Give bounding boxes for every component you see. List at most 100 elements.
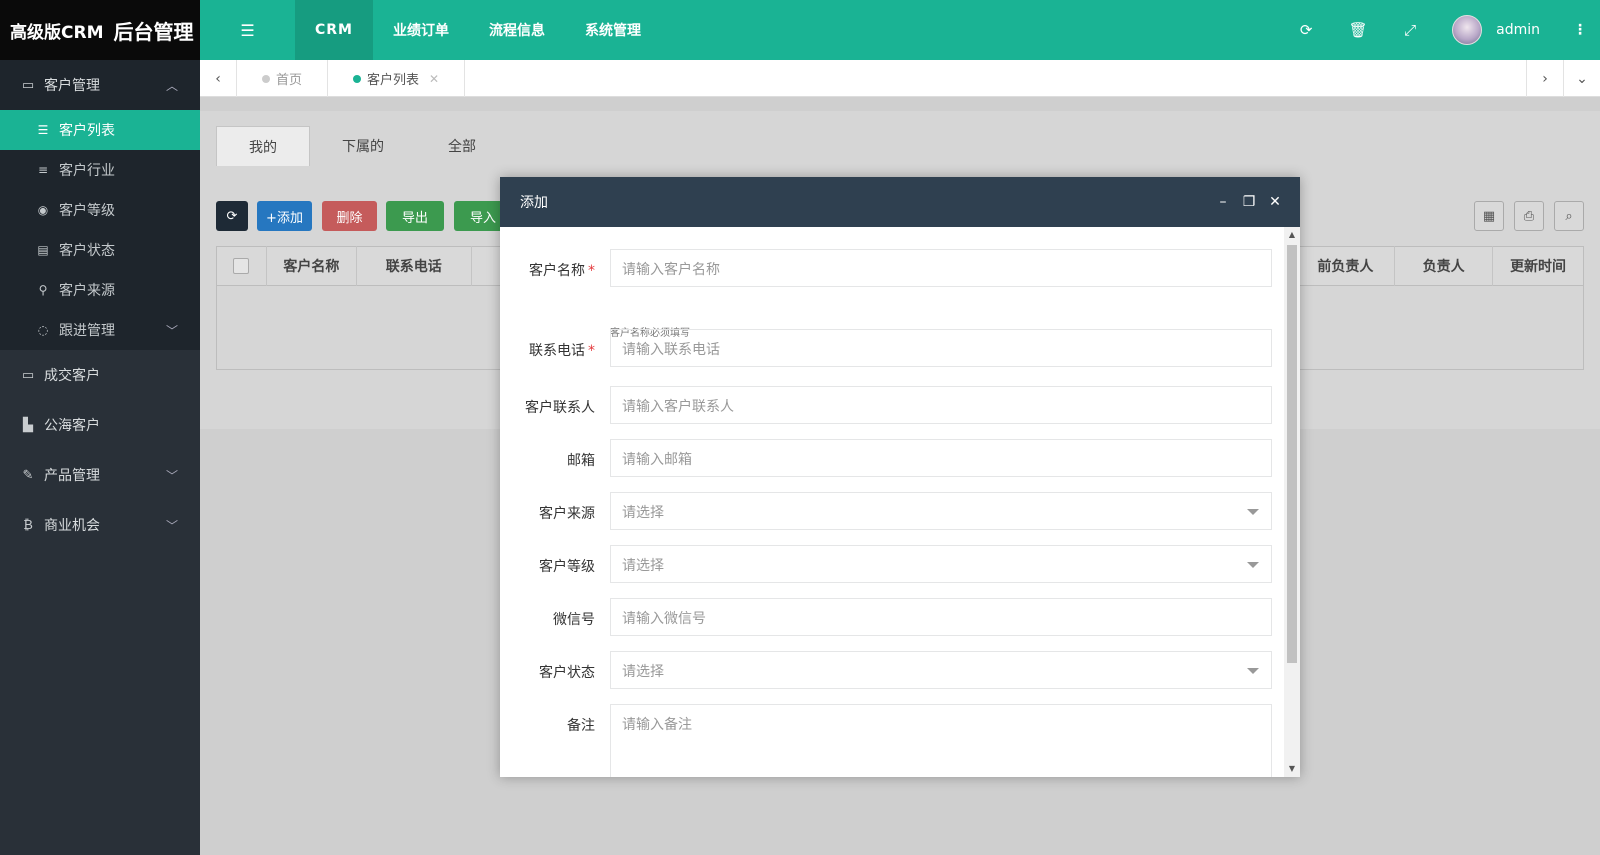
sidebar-item-label: 客户状态 bbox=[59, 243, 115, 259]
status-select[interactable]: 请选择 bbox=[610, 651, 1272, 689]
maximize-icon[interactable]: ❐ bbox=[1236, 194, 1262, 210]
field-label: 备注 bbox=[567, 718, 595, 734]
form-row-email: 邮箱 请输入邮箱 bbox=[500, 439, 1280, 479]
page-tab-label: 首页 bbox=[276, 73, 303, 88]
phone-input[interactable]: 请输入联系电话 bbox=[610, 329, 1272, 367]
refresh-icon[interactable]: ⟳ bbox=[1280, 21, 1332, 39]
field-label: 邮箱 bbox=[567, 453, 595, 469]
wechat-input[interactable]: 请输入微信号 bbox=[610, 598, 1272, 636]
sidebar-item-customer-list[interactable]: ☰ 客户列表 bbox=[0, 110, 200, 150]
sub-tabs: 我的 下属的 全部 bbox=[216, 126, 508, 166]
source-select[interactable]: 请选择 bbox=[610, 492, 1272, 530]
sidebar-item-label: 客户等级 bbox=[59, 203, 115, 219]
more-icon[interactable]: ⋮ bbox=[1570, 22, 1590, 38]
sidebar-item-label: 跟进管理 bbox=[59, 323, 115, 339]
columns-icon[interactable]: ▦ bbox=[1474, 201, 1504, 231]
sidebar-item-customer-management[interactable]: ▭ 客户管理 ︿ bbox=[0, 60, 200, 110]
sidebar-item-label: 商业机会 bbox=[44, 518, 100, 534]
field-label: 客户联系人 bbox=[525, 400, 595, 416]
form-row-phone: 联系电话 * 请输入联系电话 bbox=[500, 329, 1280, 369]
contact-input[interactable]: 请输入客户联系人 bbox=[610, 386, 1272, 424]
sidebar: 高级版CRM 后台管理 ▭ 客户管理 ︿ ☰ 客户列表 ≡ 客户行业 ◉ 客户等… bbox=[0, 0, 200, 855]
required-marker: * bbox=[588, 263, 595, 279]
scroll-up-icon[interactable]: ▲ bbox=[1284, 227, 1300, 243]
field-label: 客户名称 * bbox=[500, 260, 595, 280]
trash-icon[interactable]: 🗑 bbox=[1332, 21, 1384, 39]
sidebar-item-business-opportunity[interactable]: ₿ 商业机会 ﹀ bbox=[0, 500, 200, 550]
top-tab-system[interactable]: 系统管理 bbox=[565, 0, 661, 60]
export-button[interactable]: 导出 bbox=[386, 201, 444, 231]
top-navbar: ☰ CRM 业绩订单 流程信息 系统管理 ⟳ 🗑 ⤢ admin ⋮ bbox=[200, 0, 1600, 60]
column-header[interactable]: 负责人 bbox=[1395, 246, 1494, 286]
top-tab-crm[interactable]: CRM bbox=[295, 0, 373, 60]
remark-textarea[interactable]: 请输入备注 bbox=[610, 704, 1272, 777]
top-tab-orders[interactable]: 业绩订单 bbox=[373, 0, 469, 60]
top-right-tools: ⟳ 🗑 ⤢ admin ⋮ bbox=[1280, 0, 1600, 60]
print-icon[interactable]: ⎙ bbox=[1514, 201, 1544, 231]
menu-toggle-icon[interactable]: ☰ bbox=[200, 0, 295, 60]
tab-mine[interactable]: 我的 bbox=[216, 126, 310, 166]
sidebar-item-closed-customers[interactable]: ▭ 成交客户 bbox=[0, 350, 200, 400]
brand-subtitle: 后台管理 bbox=[113, 19, 194, 44]
column-header[interactable]: 更新时间 bbox=[1493, 246, 1583, 286]
avatar[interactable] bbox=[1452, 15, 1483, 45]
search-icon[interactable]: ⌕ bbox=[1554, 201, 1584, 231]
chevron-down-icon: ﹀ bbox=[165, 324, 178, 338]
brand-name: 高级版CRM bbox=[10, 22, 104, 43]
menu-group-customer: ▭ 客户管理 ︿ ☰ 客户列表 ≡ 客户行业 ◉ 客户等级 ▤ 客户状态 ⚲ 客… bbox=[0, 60, 200, 350]
sidebar-item-customer-industry[interactable]: ≡ 客户行业 bbox=[0, 150, 200, 190]
id-card-icon: ▭ bbox=[21, 77, 35, 93]
brush-icon: ✎ bbox=[22, 467, 34, 483]
scroll-down-icon[interactable]: ▼ bbox=[1284, 761, 1300, 777]
tab-all[interactable]: 全部 bbox=[416, 126, 508, 166]
sidebar-item-public-customers[interactable]: ▙ 公海客户 bbox=[0, 400, 200, 450]
delete-button[interactable]: 删除 bbox=[322, 201, 377, 231]
chevron-down-icon: ﹀ bbox=[165, 469, 178, 483]
bar-chart-icon: ▙ bbox=[23, 417, 33, 433]
close-icon[interactable]: ✕ bbox=[429, 72, 439, 86]
form-row-name: 客户名称 * 请输入客户名称 客户名称必须填写 bbox=[500, 249, 1280, 339]
tab-subordinates[interactable]: 下属的 bbox=[310, 126, 416, 166]
user-name[interactable]: admin bbox=[1496, 22, 1540, 38]
fullscreen-icon[interactable]: ⤢ bbox=[1384, 21, 1436, 39]
level-select[interactable]: 请选择 bbox=[610, 545, 1272, 583]
scroll-thumb[interactable] bbox=[1287, 245, 1297, 663]
email-input[interactable]: 请输入邮箱 bbox=[610, 439, 1272, 477]
field-label: 客户来源 bbox=[539, 506, 595, 522]
chevron-up-icon: ︿ bbox=[165, 79, 178, 93]
column-header[interactable]: 前负责人 bbox=[1295, 246, 1396, 286]
sidebar-item-customer-status[interactable]: ▤ 客户状态 bbox=[0, 230, 200, 270]
field-label-text: 客户名称 bbox=[529, 263, 585, 279]
add-customer-modal: 添加 – ❐ ✕ 客户名称 * 请输入客户名称 客户名称必须填写 联系电话 * 请输… bbox=[500, 177, 1300, 777]
page-tab-strip: ‹ 首页 客户列表 ✕ › ⌄ bbox=[200, 60, 1600, 97]
minimize-icon[interactable]: – bbox=[1210, 194, 1236, 210]
walking-icon: ⚲ bbox=[38, 283, 48, 297]
column-header[interactable]: 联系电话 bbox=[357, 246, 472, 286]
field-label: 客户状态 bbox=[539, 665, 595, 681]
tabs-left-icon[interactable]: ‹ bbox=[200, 60, 237, 97]
sidebar-item-label: 客户管理 bbox=[44, 78, 100, 94]
id-card-icon: ▭ bbox=[21, 367, 35, 383]
add-button[interactable]: +添加 bbox=[257, 201, 312, 231]
page-tab-customer-list[interactable]: 客户列表 ✕ bbox=[328, 60, 466, 97]
close-icon[interactable]: ✕ bbox=[1262, 194, 1288, 210]
customer-name-input[interactable]: 请输入客户名称 bbox=[610, 249, 1272, 287]
tabs-dropdown-icon[interactable]: ⌄ bbox=[1563, 60, 1600, 97]
sidebar-item-product-management[interactable]: ✎ 产品管理 ﹀ bbox=[0, 450, 200, 500]
sidebar-item-label: 客户来源 bbox=[59, 283, 115, 299]
sidebar-item-label: 客户行业 bbox=[59, 163, 115, 179]
select-all-checkbox[interactable] bbox=[233, 258, 250, 274]
refresh-button[interactable]: ⟳ bbox=[216, 201, 248, 231]
sidebar-item-customer-source[interactable]: ⚲ 客户来源 bbox=[0, 270, 200, 310]
sidebar-item-label: 产品管理 bbox=[44, 468, 100, 484]
page-tab-home[interactable]: 首页 bbox=[237, 60, 329, 97]
top-tab-process[interactable]: 流程信息 bbox=[469, 0, 565, 60]
tabs-right-icon[interactable]: › bbox=[1526, 60, 1563, 97]
field-label: 微信号 bbox=[553, 612, 595, 628]
select-all-cell bbox=[217, 246, 267, 286]
sidebar-item-customer-level[interactable]: ◉ 客户等级 bbox=[0, 190, 200, 230]
column-header[interactable]: 客户名称 bbox=[267, 246, 357, 286]
form-row-wechat: 微信号 请输入微信号 bbox=[500, 598, 1280, 638]
sidebar-item-follow-up[interactable]: ◌ 跟进管理 ﹀ bbox=[0, 310, 200, 350]
modal-scrollbar[interactable]: ▲ ▼ bbox=[1284, 227, 1300, 777]
